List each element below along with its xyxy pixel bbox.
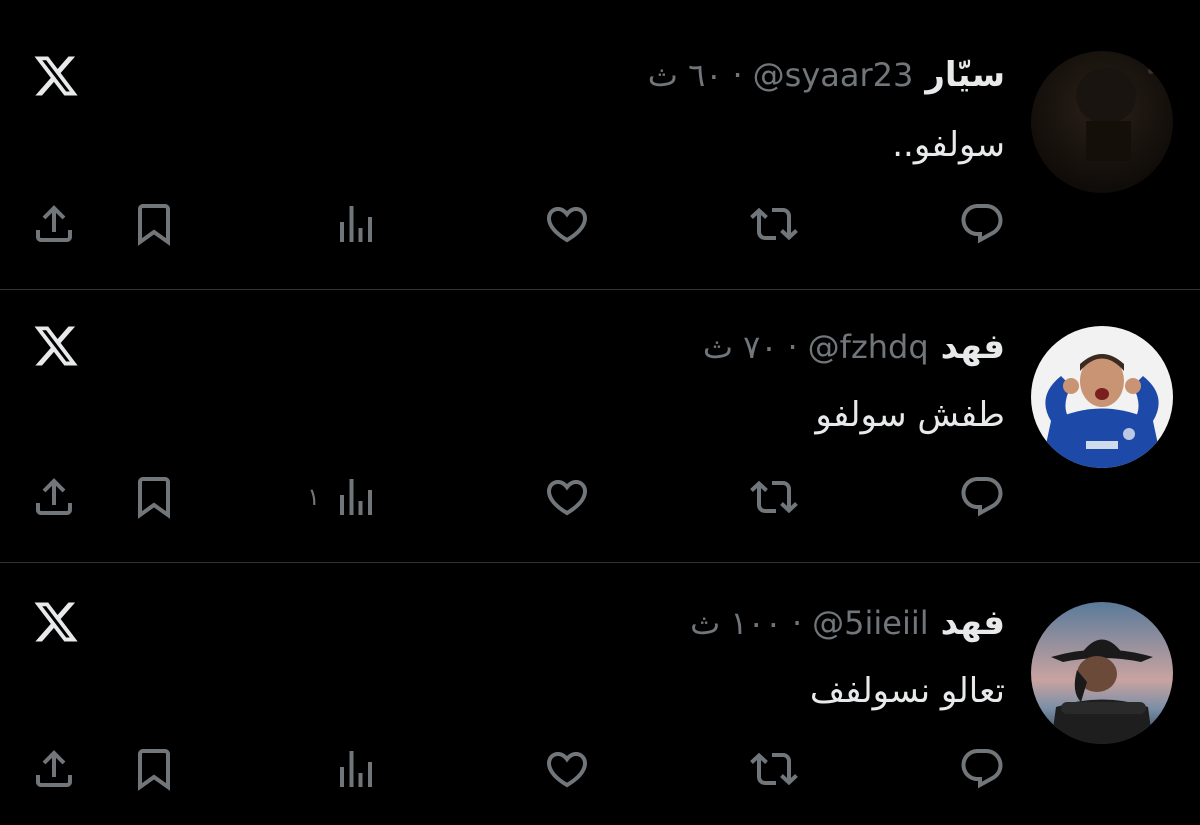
reply-icon xyxy=(961,204,1003,244)
avatar[interactable] xyxy=(1031,602,1173,744)
tweet-header: سيّار @syaar23 · ٦٠ ث xyxy=(648,50,1005,100)
repost-button[interactable] xyxy=(750,467,798,527)
user-handle[interactable]: @syaar23 xyxy=(753,56,914,94)
views-button[interactable] xyxy=(280,739,380,799)
display-name[interactable]: فهد xyxy=(941,327,1005,367)
display-name[interactable]: فهد xyxy=(941,603,1005,643)
separator-dot: · xyxy=(732,56,743,94)
tweet-text: سولفو.. xyxy=(892,125,1005,165)
user-handle[interactable]: @fzhdq xyxy=(808,328,929,366)
views-button[interactable] xyxy=(280,194,380,254)
views-icon xyxy=(340,206,372,242)
bookmark-button[interactable] xyxy=(130,467,178,527)
share-icon xyxy=(36,478,72,515)
reply-button[interactable] xyxy=(958,194,1006,254)
like-icon xyxy=(546,480,588,516)
like-button[interactable] xyxy=(543,194,591,254)
like-icon xyxy=(546,752,588,788)
separator-dot: · xyxy=(791,604,803,642)
reply-icon xyxy=(961,749,1003,789)
avatar[interactable] xyxy=(1031,51,1173,193)
views-icon xyxy=(340,479,372,515)
timestamp[interactable]: ٧٠ ث xyxy=(703,328,778,366)
separator-dot: · xyxy=(787,328,798,366)
bookmark-button[interactable] xyxy=(130,739,178,799)
repost-icon xyxy=(750,480,798,514)
timestamp[interactable]: ٦٠ ث xyxy=(648,56,723,94)
bookmark-icon xyxy=(138,477,170,519)
share-button[interactable] xyxy=(30,467,78,527)
share-icon xyxy=(36,205,72,242)
repost-icon xyxy=(750,752,798,786)
share-button[interactable] xyxy=(30,739,78,799)
x-logo-icon[interactable] xyxy=(32,52,80,100)
like-button[interactable] xyxy=(543,467,591,527)
bookmark-icon xyxy=(138,204,170,246)
tweet-header: فهد @5iieiil · ١٠٠ ث xyxy=(690,598,1005,648)
tweet-card[interactable]: سيّار @syaar23 · ٦٠ ث سولفو.. xyxy=(0,0,1200,289)
tweet-header: فهد @fzhdq · ٧٠ ث xyxy=(703,322,1005,372)
bookmark-icon xyxy=(138,749,170,791)
reply-icon xyxy=(961,477,1003,517)
x-logo-icon[interactable] xyxy=(32,322,80,370)
repost-button[interactable] xyxy=(750,739,798,799)
repost-icon xyxy=(750,207,798,241)
share-button[interactable] xyxy=(30,194,78,254)
action-bar xyxy=(0,194,1200,254)
reply-button[interactable] xyxy=(958,739,1006,799)
tweet-card[interactable]: فهد @5iieiil · ١٠٠ ث تعالو نسولفف xyxy=(0,563,1200,825)
action-bar: ١ xyxy=(0,467,1200,527)
timestamp[interactable]: ١٠٠ ث xyxy=(690,604,782,642)
avatar[interactable] xyxy=(1031,326,1173,468)
user-handle[interactable]: @5iieiil xyxy=(812,604,929,642)
like-icon xyxy=(546,207,588,243)
repost-button[interactable] xyxy=(750,194,798,254)
like-button[interactable] xyxy=(543,739,591,799)
tweet-text: تعالو نسولفف xyxy=(809,671,1005,711)
share-icon xyxy=(36,750,72,787)
views-button[interactable]: ١ xyxy=(280,467,380,527)
tweet-text: طفش سولفو xyxy=(815,395,1005,435)
views-icon xyxy=(340,751,372,787)
tweet-card[interactable]: فهد @fzhdq · ٧٠ ث طفش سولفو ١ xyxy=(0,290,1200,562)
action-bar xyxy=(0,739,1200,799)
x-logo-icon[interactable] xyxy=(32,598,80,646)
views-count: ١ xyxy=(307,483,320,511)
reply-button[interactable] xyxy=(958,467,1006,527)
display-name[interactable]: سيّار xyxy=(925,55,1005,95)
bookmark-button[interactable] xyxy=(130,194,178,254)
